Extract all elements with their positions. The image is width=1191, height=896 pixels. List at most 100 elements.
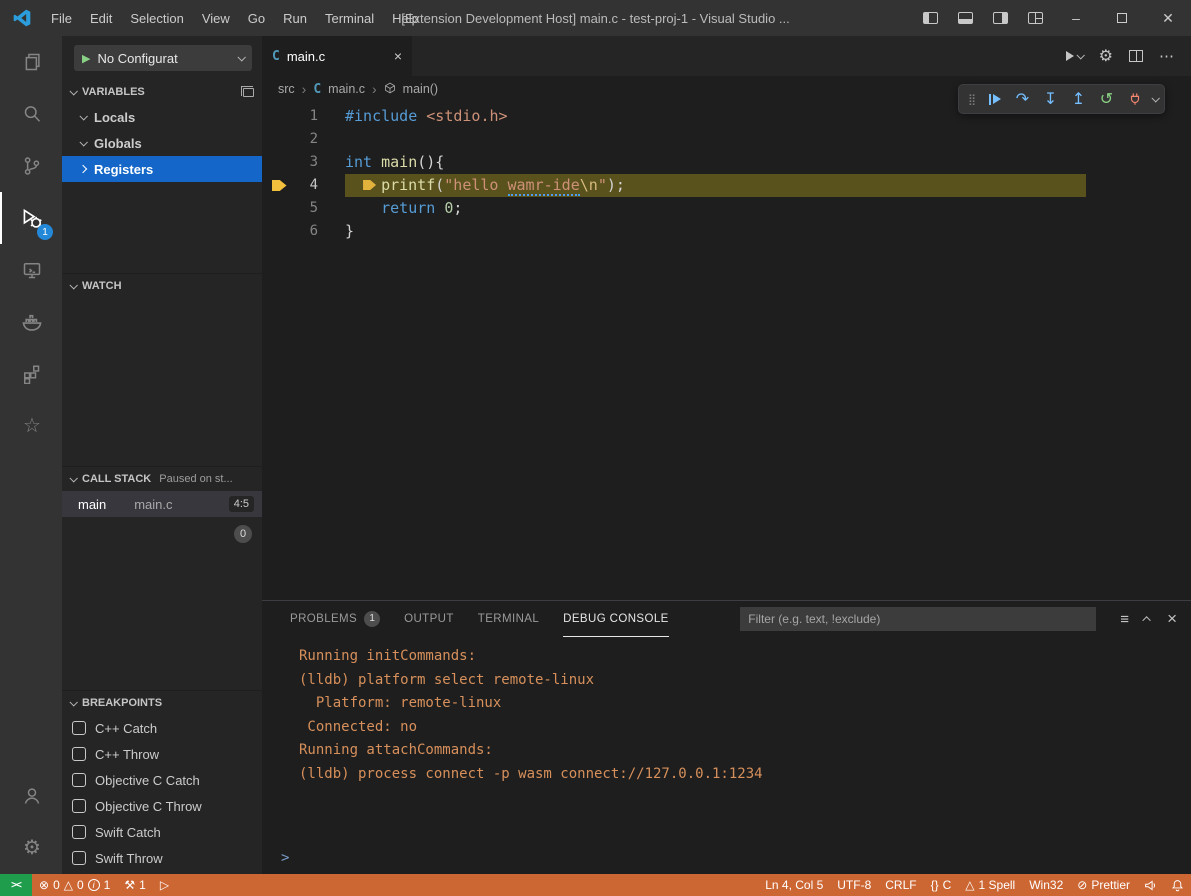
callstack-header[interactable]: CALL STACK Paused on st... [62,467,262,491]
variables-title: VARIABLES [82,86,145,98]
breakpoint-item-c-throw[interactable]: C++ Throw [62,741,262,767]
maximize-button[interactable] [1099,0,1145,36]
console-filter-input[interactable] [740,607,1096,631]
start-debug-icon[interactable]: ▶ [82,52,90,65]
step-over-button[interactable]: ↷ [1010,86,1035,112]
continue-button[interactable] [982,86,1007,112]
close-panel-icon[interactable]: × [1167,609,1177,629]
breakpoint-checkbox[interactable] [72,851,86,865]
explorer-icon[interactable] [0,36,62,88]
bell-icon[interactable] [1164,874,1191,896]
drag-handle-icon[interactable]: ⣿ [965,86,979,112]
breadcrumb-file[interactable]: main.c [328,82,365,96]
close-tab-icon[interactable]: × [394,48,402,64]
gear-icon[interactable]: ⚙ [1099,46,1113,66]
restart-button[interactable]: ↺ [1094,86,1119,112]
variables-item-globals[interactable]: Globals [62,130,262,156]
toggle-sidebar-icon[interactable] [923,12,938,24]
variables-item-registers[interactable]: Registers [62,156,262,182]
breakpoint-checkbox[interactable] [72,721,86,735]
breakpoints-list: C++ CatchC++ ThrowObjective C CatchObjec… [62,715,262,871]
launch-config-dropdown[interactable]: ▶ No Configurat [74,45,252,71]
breakpoint-checkbox[interactable] [72,773,86,787]
toggle-secondary-sidebar-icon[interactable] [993,12,1008,24]
remote-indicator[interactable]: >< [0,874,32,896]
minimize-button[interactable]: – [1053,0,1099,36]
line-number: 4 [296,174,318,197]
split-editor-icon[interactable] [1129,50,1143,62]
prettier-status[interactable]: ⊘Prettier [1070,874,1137,896]
run-dropdown-icon[interactable] [1066,51,1083,61]
remote-explorer-icon[interactable] [0,244,62,296]
menu-selection[interactable]: Selection [121,11,192,26]
platform-indicator[interactable]: Win32 [1022,874,1070,896]
menu-edit[interactable]: Edit [81,11,121,26]
current-line-pointer-icon[interactable] [272,180,287,191]
extensions-icon[interactable] [0,348,62,400]
instruction-pointer-icon [363,180,376,190]
encoding-indicator[interactable]: UTF-8 [830,874,878,896]
menu-run[interactable]: Run [274,11,316,26]
run-debug-icon[interactable]: 1 [0,192,62,244]
panel-tab-output[interactable]: OUTPUT [404,601,454,637]
variables-header[interactable]: VARIABLES [62,80,262,104]
star-icon[interactable]: ☆ [0,400,62,452]
watch-header[interactable]: WATCH [62,274,262,298]
menu-go[interactable]: Go [239,11,274,26]
breakpoint-checkbox[interactable] [72,825,86,839]
account-icon[interactable] [0,770,62,822]
stack-frame-row[interactable]: main main.c 4:5 [62,491,262,517]
cursor-position[interactable]: Ln 4, Col 5 [758,874,830,896]
search-icon[interactable] [0,88,62,140]
breakpoint-item-swift-catch[interactable]: Swift Catch [62,819,262,845]
settings-gear-icon[interactable]: ⚙ [0,822,62,874]
docker-icon[interactable] [0,296,62,348]
breakpoint-checkbox[interactable] [72,747,86,761]
debug-status[interactable]: ▷ [153,874,176,896]
breakpoint-checkbox[interactable] [72,799,86,813]
session-badge: 0 [234,525,252,543]
menu-file[interactable]: File [42,11,81,26]
chevron-down-icon[interactable] [1151,94,1159,102]
panel-tab-debug-console[interactable]: DEBUG CONSOLE [563,601,669,637]
code-editor[interactable]: 1#include <stdio.h>23int main(){4 printf… [262,102,1191,600]
step-out-button[interactable]: ↥ [1066,86,1091,112]
breadcrumb-folder[interactable]: src [278,82,295,96]
filter-lines-icon[interactable]: ≡ [1120,611,1129,628]
panel-tab-terminal[interactable]: TERMINAL [478,601,539,637]
tab-main-c[interactable]: C main.c × [262,36,412,76]
panel-tab-label: PROBLEMS [290,613,357,625]
code-token: <stdio.h> [426,107,507,125]
breakpoint-item-objective-c-catch[interactable]: Objective C Catch [62,767,262,793]
frame-position-badge: 4:5 [229,496,254,512]
menu-view[interactable]: View [193,11,239,26]
breakpoints-header[interactable]: BREAKPOINTS [62,691,262,715]
code-token: return [381,199,444,217]
problems-status[interactable]: ⊗0 △0 i1 [32,874,117,896]
source-control-icon[interactable] [0,140,62,192]
breakpoint-item-swift-throw[interactable]: Swift Throw [62,845,262,871]
menu-terminal[interactable]: Terminal [316,11,383,26]
console-prompt[interactable]: > [262,850,1191,874]
collapse-all-icon[interactable] [243,88,254,97]
variables-item-locals[interactable]: Locals [62,104,262,130]
more-actions-icon[interactable]: ⋯ [1159,47,1175,65]
variables-list: LocalsGlobalsRegisters [62,104,262,182]
chevron-up-icon[interactable] [1142,616,1150,624]
debug-sidebar: ▶ No Configurat VARIABLES LocalsGlobalsR… [62,36,262,874]
spell-checker-status[interactable]: △1 Spell [958,874,1022,896]
close-button[interactable]: ✕ [1145,0,1191,36]
toggle-panel-icon[interactable] [958,12,973,24]
breakpoint-item-c-catch[interactable]: C++ Catch [62,715,262,741]
disconnect-button[interactable] [1122,86,1147,112]
announcement-icon[interactable] [1137,874,1164,896]
eol-indicator[interactable]: CRLF [878,874,923,896]
breadcrumb-symbol[interactable]: main() [403,82,438,96]
panel-tab-problems[interactable]: PROBLEMS1 [290,601,380,637]
tools-status[interactable]: ⚒1 [117,874,152,896]
breakpoint-item-objective-c-throw[interactable]: Objective C Throw [62,793,262,819]
glyph-margin [262,151,296,174]
language-mode[interactable]: {}C [924,874,959,896]
step-into-button[interactable]: ↧ [1038,86,1063,112]
customize-layout-icon[interactable] [1028,12,1043,24]
